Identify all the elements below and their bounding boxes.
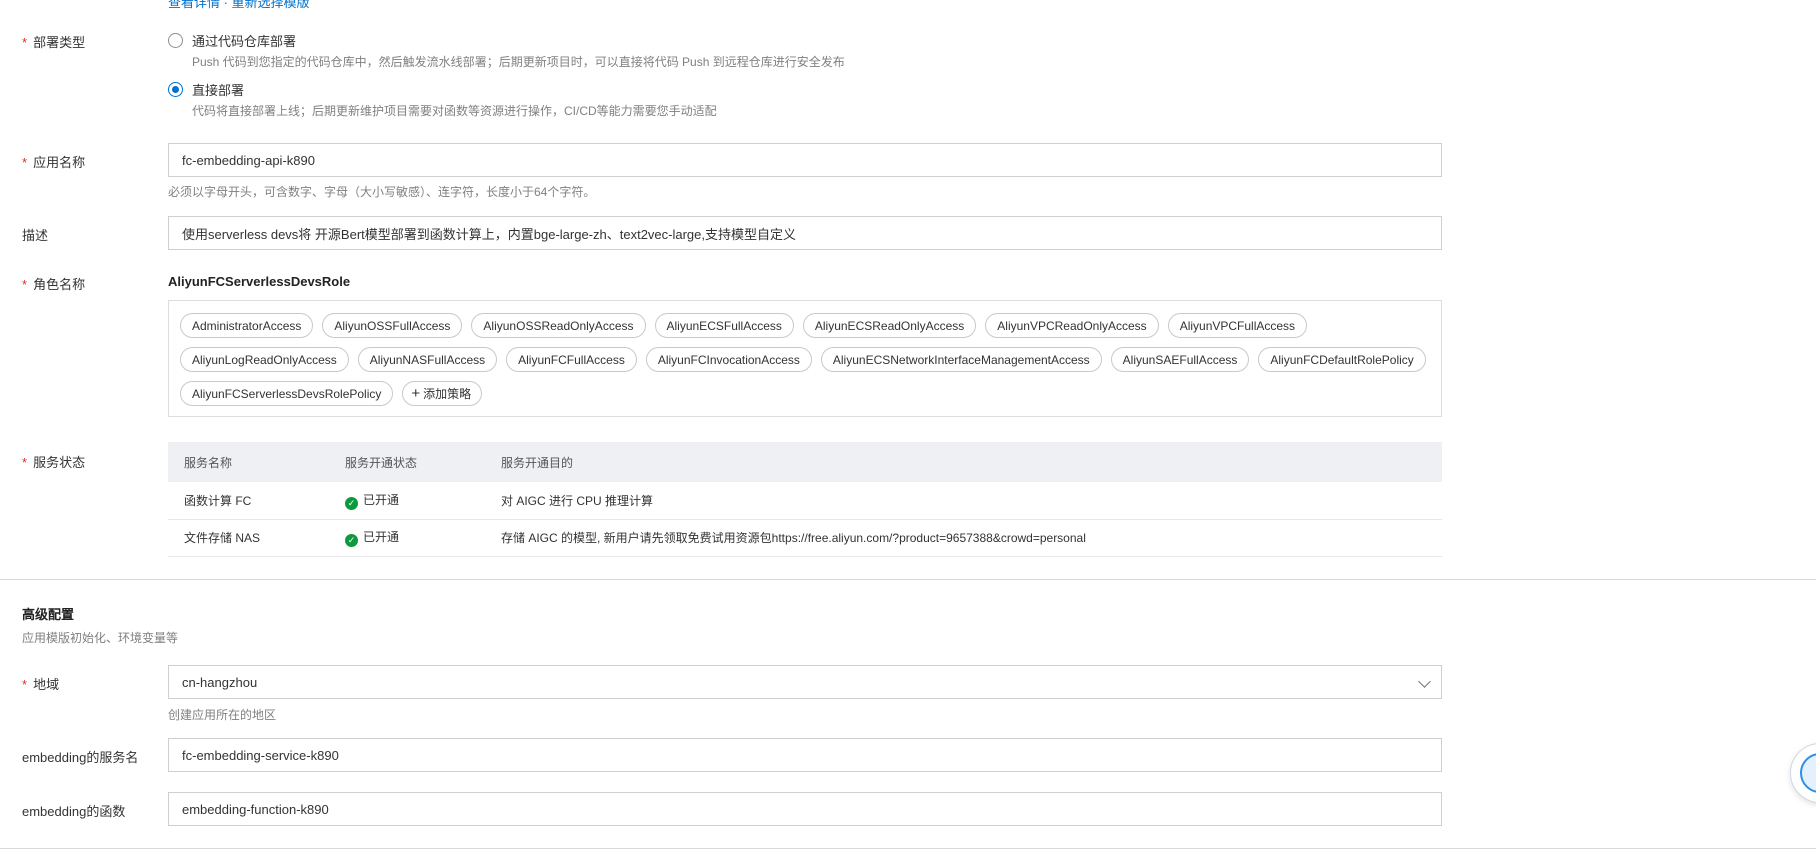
policy-tag-box: AdministratorAccess AliyunOSSFullAccess … (168, 300, 1442, 417)
plus-icon: + (411, 385, 421, 402)
app-name-label-text: 应用名称 (33, 155, 86, 170)
chevron-down-icon (1418, 675, 1431, 688)
description-label: 描述 (22, 228, 49, 243)
role-label-text: 角色名称 (33, 277, 86, 292)
policy-tag: AliyunVPCFullAccess (1167, 313, 1308, 338)
region-select[interactable]: cn-hangzhou (168, 665, 1442, 699)
policy-tag: AdministratorAccess (180, 313, 314, 338)
radio-direct-deploy-label: 直接部署 (192, 83, 245, 98)
service-purpose-cell: 存储 AIGC 的模型, 新用户请先领取免费试用资源包https://free.… (485, 519, 1442, 557)
policy-tag: AliyunLogReadOnlyAccess (180, 347, 349, 372)
policy-tag: AliyunVPCReadOnlyAccess (985, 313, 1159, 338)
service-name-cell: 函数计算 FC (168, 482, 329, 520)
embedding-function-label: embedding的函数 (22, 804, 126, 819)
deploy-form-page: 查看详情 · 重新选择模版 * 部署类型 通过代码仓库部署 Push 代码到您指定… (0, 0, 1816, 854)
embedding-service-input[interactable]: fc-embedding-service-k890 (168, 738, 1442, 772)
policy-tag: AliyunOSSFullAccess (322, 313, 463, 338)
check-circle-icon: ✓ (345, 534, 358, 547)
table-header-row: 服务名称 服务开通状态 服务开通目的 (168, 442, 1442, 482)
repo-deploy-desc: Push 代码到您指定的代码仓库中，然后触发流水线部署；后期更新项目时，可以直接… (192, 55, 845, 69)
advanced-config-title: 高级配置 (22, 607, 75, 622)
advanced-config-subtitle: 应用模版初始化、环境变量等 (22, 631, 179, 645)
policy-tag: AliyunSAEFullAccess (1110, 347, 1250, 372)
policy-tag: AliyunFCInvocationAccess (645, 347, 812, 372)
table-row: 函数计算 FC ✓ 已开通 对 AIGC 进行 CPU 推理计算 (168, 482, 1442, 520)
service-status-text: 已开通 (363, 530, 400, 544)
policy-tag: AliyunNASFullAccess (357, 347, 498, 372)
add-policy-label: 添加策略 (423, 387, 472, 401)
check-circle-icon: ✓ (345, 496, 358, 510)
table-row: 文件存储 NAS ✓ 已开通 存储 AIGC 的模型, 新用户请先领取免费试用资源… (168, 519, 1442, 557)
service-status-label-text: 服务状态 (33, 455, 86, 470)
policy-tag: AliyunFCServerlessDevsRolePolicy (180, 381, 394, 406)
policy-tag: AliyunFCDefaultRolePolicy (1258, 347, 1426, 372)
direct-deploy-desc: 代码将直接部署上线；后期更新维护项目需要对函数等资源进行操作，CI/CD等能力需… (192, 104, 717, 118)
embedding-service-label: embedding的服务名 (22, 750, 139, 765)
deploy-type-label-text: 部署类型 (33, 35, 86, 50)
region-label: * 地域 (22, 674, 59, 693)
radio-button-checked[interactable] (168, 82, 183, 97)
service-purpose-cell: 对 AIGC 进行 CPU 推理计算 (485, 482, 1442, 520)
policy-tag: AliyunECSFullAccess (654, 313, 794, 338)
radio-direct-deploy[interactable]: 直接部署 (168, 80, 244, 99)
policy-tag: AliyunFCFullAccess (506, 347, 637, 372)
app-name-input[interactable]: fc-embedding-api-k890 (168, 143, 1442, 177)
required-mark: * (22, 155, 28, 170)
role-name-value: AliyunFCServerlessDevsRole (168, 274, 351, 289)
radio-button-unchecked[interactable] (168, 33, 183, 48)
region-select-value: cn-hangzhou (182, 674, 258, 690)
service-status-table: 服务名称 服务开通状态 服务开通目的 函数计算 FC ✓ 已开通 对 AIGC 进… (168, 442, 1442, 557)
assistant-float-button[interactable] (1790, 743, 1816, 803)
region-help: 创建应用所在的地区 (168, 708, 277, 722)
required-mark: * (22, 35, 28, 50)
required-mark: * (22, 677, 28, 692)
app-name-help: 必须以字母开头，可含数字、字母（大小写敏感）、连字符，长度小于64个字符。 (168, 185, 596, 199)
role-label: * 角色名称 (22, 274, 85, 293)
service-status-cell: ✓ 已开通 (329, 519, 485, 557)
embedding-function-input[interactable]: embedding-function-k890 (168, 792, 1442, 826)
service-status-label: * 服务状态 (22, 452, 85, 471)
deploy-type-label: * 部署类型 (22, 32, 85, 51)
policy-tag: AliyunECSNetworkInterfaceManagementAcces… (820, 347, 1102, 372)
column-header: 服务开通状态 (329, 442, 485, 482)
service-status-cell: ✓ 已开通 (329, 482, 485, 520)
bottom-divider (0, 848, 1816, 849)
policy-tag: AliyunECSReadOnlyAccess (802, 313, 977, 338)
app-name-label: * 应用名称 (22, 152, 85, 171)
policy-tag: AliyunOSSReadOnlyAccess (471, 313, 646, 338)
column-header: 服务名称 (168, 442, 329, 482)
required-mark: * (22, 277, 28, 292)
service-name-cell: 文件存储 NAS (168, 519, 329, 557)
add-policy-button[interactable]: + 添加策略 (402, 381, 483, 406)
region-label-text: 地域 (33, 677, 60, 692)
column-header: 服务开通目的 (485, 442, 1442, 482)
service-status-text: 已开通 (363, 492, 400, 507)
required-mark: * (22, 455, 28, 470)
radio-repo-deploy-label: 通过代码仓库部署 (192, 34, 297, 49)
section-divider (0, 579, 1816, 580)
top-partial-link[interactable]: 查看详情 · 重新选择模版 (168, 0, 310, 11)
description-input[interactable]: 使用serverless devs将 开源Bert模型部署到函数计算上，内置bg… (168, 216, 1442, 250)
assistant-avatar-icon (1800, 753, 1816, 793)
radio-repo-deploy[interactable]: 通过代码仓库部署 (168, 31, 296, 50)
